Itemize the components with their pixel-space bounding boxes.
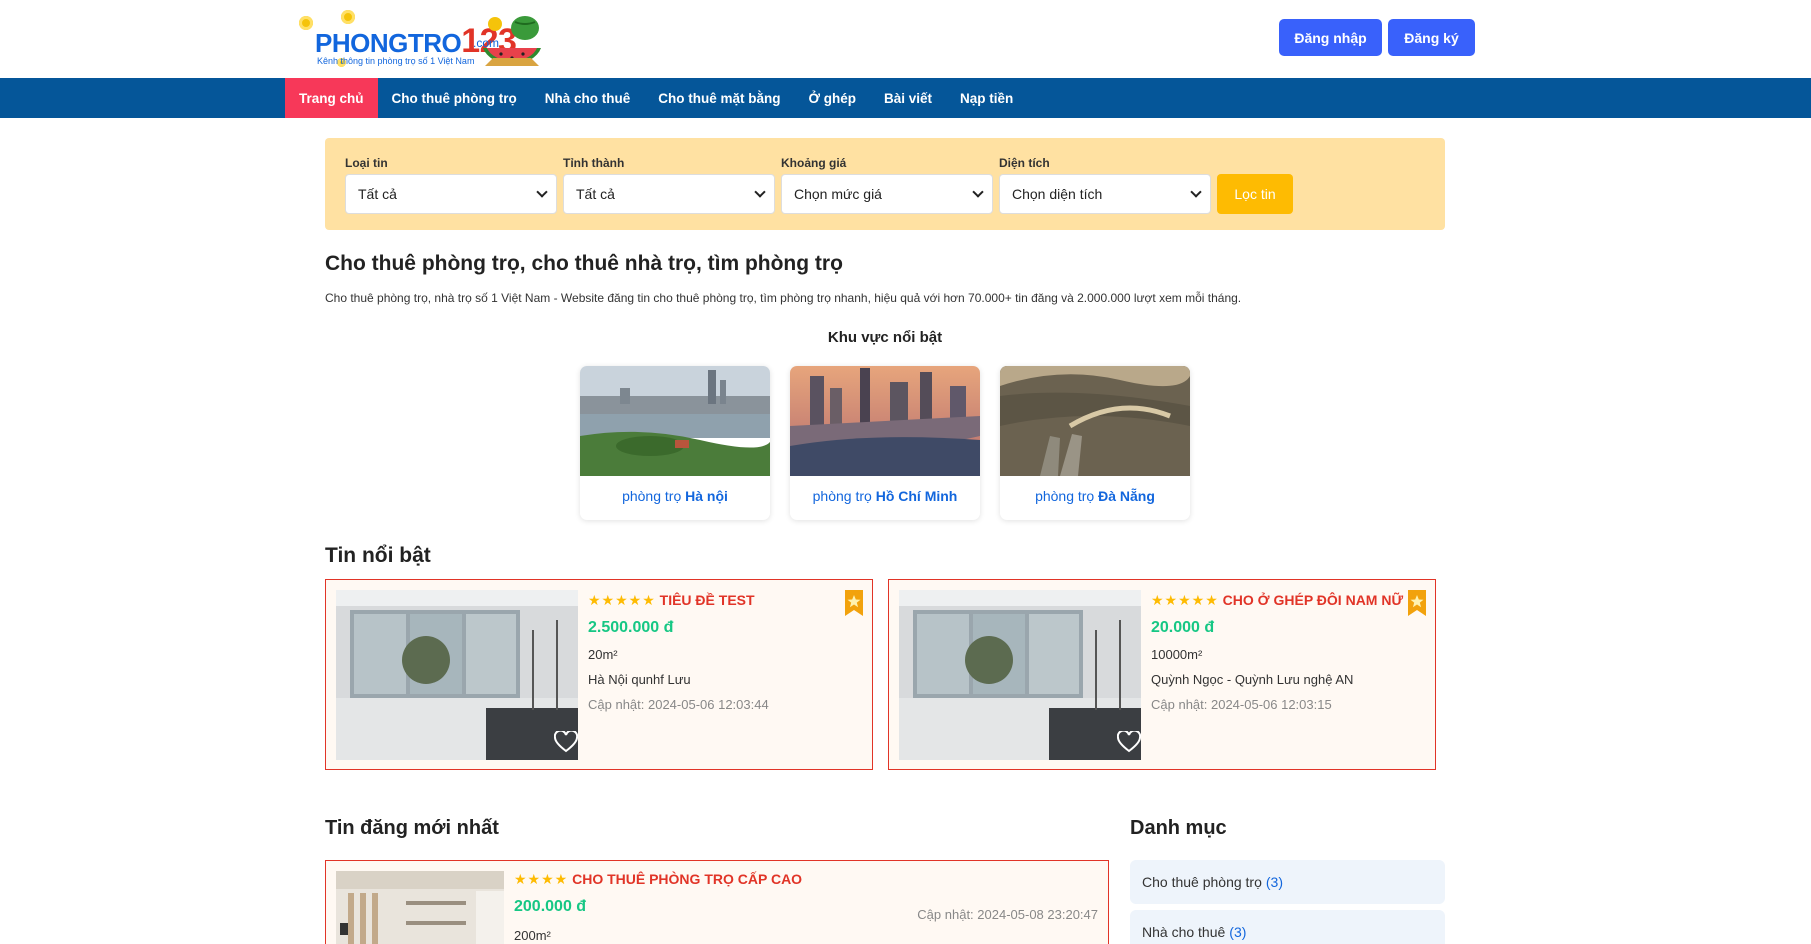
area-label-danang: phòng trọ Đà Nẵng [1035,488,1155,504]
chevron-down-icon [536,186,548,198]
post-address: Hà Nội qunhf Lưu [588,672,691,687]
category-item-room-rent[interactable]: Cho thuê phòng trọ (3) [1130,860,1445,904]
category-item-house-rent[interactable]: Nhà cho thuê (3) [1130,910,1445,944]
filter-price-value: Chọn mức giá [794,186,882,202]
filter-submit-button[interactable]: Lọc tin [1217,174,1293,214]
area-card-hanoi[interactable]: phòng trọ Hà nội [580,366,770,520]
area-label-hanoi: phòng trọ Hà nội [622,488,728,504]
categories-title: Danh mục [1130,817,1227,839]
nav-item-room-rent[interactable]: Cho thuê phòng trọ [378,78,531,118]
filter-type-select[interactable]: Tất cả [345,174,557,214]
register-button[interactable]: Đăng ký [1388,19,1475,56]
chevron-down-icon [1190,186,1202,198]
rating-stars: ★★★★★ [1151,592,1219,608]
featured-post-card[interactable]: ★★★★★ CHO Ở GHÉP ĐÔI NAM NỮ 20.000 đ 100… [888,579,1436,770]
page-title: Cho thuê phòng trọ, cho thuê nhà trọ, tì… [325,252,843,275]
nav-item-top-up[interactable]: Nạp tiền [946,78,1027,118]
filter-type-label: Loại tin [345,156,388,170]
danang-city-image [1000,366,1190,476]
filter-area-select[interactable]: Chọn diện tích [999,174,1211,214]
filter-area-value: Chọn diện tích [1012,186,1103,202]
nav-item-roommate[interactable]: Ở ghép [795,78,871,118]
rating-stars: ★★★★ [514,871,569,887]
page-description: Cho thuê phòng trọ, nhà trọ số 1 Việt Na… [325,291,1242,305]
hcm-city-image [790,366,980,476]
nav-item-house-rent[interactable]: Nhà cho thuê [531,78,645,118]
area-label-hcm: phòng trọ Hồ Chí Minh [812,488,958,504]
filter-price-label: Khoảng giá [781,156,847,170]
search-filter-panel: Loại tin Tất cả Tỉnh thành Tất cả Khoảng… [325,138,1445,230]
category-label: Nhà cho thuê [1142,924,1226,940]
area-card-hcm[interactable]: phòng trọ Hồ Chí Minh [790,366,980,520]
filter-province-group: Tỉnh thành Tất cả [563,154,775,214]
post-area: 10000m² [1151,647,1203,662]
post-price: 2.500.000 đ [588,619,674,636]
latest-post-card[interactable]: ★★★★ CHO THUÊ PHÒNG TRỌ CẤP CAO 200.000 … [325,860,1109,944]
filter-area-label: Diện tích [999,156,1050,170]
watermelon-icon [483,16,541,66]
filter-area-group: Diện tích Chọn diện tích [999,154,1211,214]
chevron-down-icon [754,186,766,198]
filter-province-select[interactable]: Tất cả [563,174,775,214]
post-thumbnail [899,590,1141,760]
filter-type-group: Loại tin Tất cả [345,154,557,214]
post-updated: Cập nhật: 2024-05-06 12:03:15 [1151,697,1332,712]
post-updated: Cập nhật: 2024-05-08 23:20:47 [917,907,1098,922]
post-thumbnail [336,590,578,760]
nav-item-articles[interactable]: Bài viết [870,78,946,118]
post-thumbnail [336,871,504,944]
latest-posts-title: Tin đăng mới nhất [325,817,499,839]
room-photo [336,871,504,944]
main-nav: Trang chủ Cho thuê phòng trọ Nhà cho thu… [0,78,1811,118]
login-button[interactable]: Đăng nhập [1279,19,1382,56]
bookmark-star-icon [845,590,863,616]
site-logo[interactable]: PHONGTRO123 .com Kênh thông tin phòng tr… [293,6,548,72]
filter-price-group: Khoảng giá Chọn mức giá [781,154,993,214]
filter-price-select[interactable]: Chọn mức giá [781,174,993,214]
nav-item-premises-rent[interactable]: Cho thuê mặt bằng [644,78,794,118]
bookmark-star-icon [1408,590,1426,616]
post-price: 200.000 đ [514,898,587,915]
heart-icon[interactable] [554,731,578,753]
filter-type-value: Tất cả [358,186,397,202]
post-updated: Cập nhật: 2024-05-06 12:03:44 [588,697,769,712]
logo-tagline: Kênh thông tin phòng trọ số 1 Việt Nam [317,56,475,66]
post-title[interactable]: ★★★★ CHO THUÊ PHÒNG TRỌ CẤP CAO [514,869,802,890]
post-price: 20.000 đ [1151,619,1215,636]
chevron-down-icon [972,186,984,198]
category-count: (3) [1265,874,1283,890]
nav-item-home[interactable]: Trang chủ [285,78,378,118]
category-count: (3) [1229,924,1247,940]
hanoi-city-image [580,366,770,476]
heart-icon[interactable] [1117,731,1141,753]
filter-province-value: Tất cả [576,186,615,202]
post-address: Quỳnh Ngọc - Quỳnh Lưu nghệ AN [1151,672,1354,687]
rating-stars: ★★★★★ [588,592,656,608]
filter-province-label: Tỉnh thành [563,156,625,170]
post-area: 200m² [514,928,551,943]
room-photo [336,590,578,760]
post-title[interactable]: ★★★★★ TIÊU ĐỀ TEST [588,590,844,611]
area-card-danang[interactable]: phòng trọ Đà Nẵng [1000,366,1190,520]
category-label: Cho thuê phòng trọ [1142,874,1262,890]
featured-post-card[interactable]: ★★★★★ TIÊU ĐỀ TEST 2.500.000 đ 20m² Hà N… [325,579,873,770]
site-header: PHONGTRO123 .com Kênh thông tin phòng tr… [0,0,1811,78]
room-photo [899,590,1141,760]
featured-areas-title: Khu vực nổi bật [827,329,943,346]
post-area: 20m² [588,647,618,662]
post-title[interactable]: ★★★★★ CHO Ở GHÉP ĐÔI NAM NỮ [1151,590,1407,611]
featured-posts-title: Tin nổi bật [325,544,431,567]
apricot-flower-icon [299,16,313,30]
